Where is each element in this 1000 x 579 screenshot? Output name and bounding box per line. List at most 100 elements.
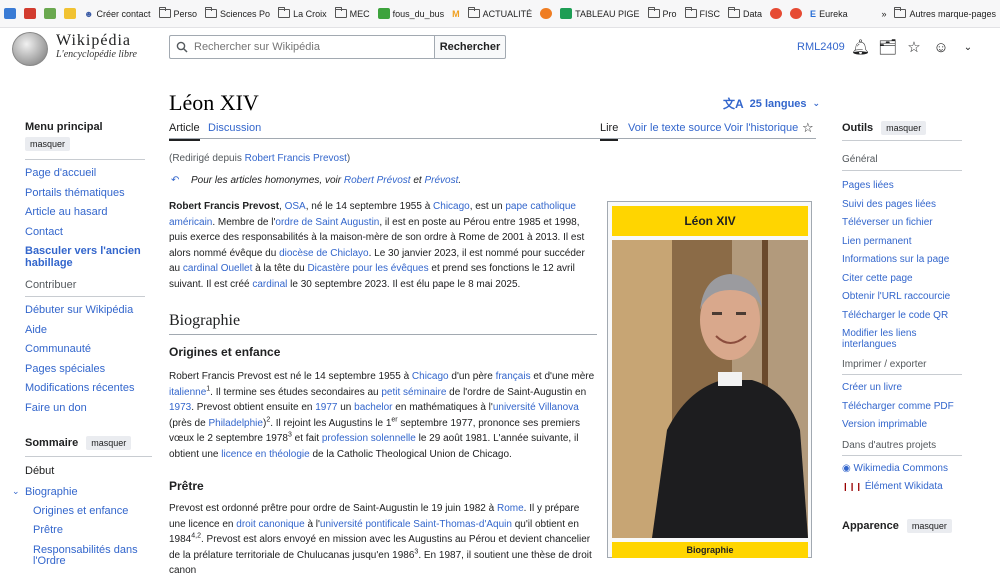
bookmark-favicon-icon: ☻ [84, 8, 94, 19]
tool-short-url[interactable]: Obtenir l'URL raccourcie [842, 291, 962, 303]
nav-home[interactable]: Page d'accueil [25, 167, 145, 180]
tool-printable-version[interactable]: Version imprimable [842, 419, 962, 431]
infobox-section-biographie: Biographie [612, 542, 808, 558]
bookmark-item[interactable]: TABLEAU PIGE [556, 0, 643, 27]
tab-history[interactable]: Voir l'historique [724, 122, 798, 134]
infobox-title: Léon XIV [612, 206, 808, 236]
nav-portals[interactable]: Portails thématiques [25, 187, 145, 200]
language-selector[interactable]: 文A 25 langues ⌄ [723, 95, 820, 112]
tool-what-links-here[interactable]: Pages liées [842, 180, 962, 192]
tool-related-changes[interactable]: Suivi des pages liées [842, 199, 962, 211]
tool-upload-file[interactable]: Téléverser un fichier [842, 217, 962, 229]
bookmark-item[interactable]: Data [724, 0, 766, 27]
header-icons: 🔔︎ 🗂︎ ☆ ☺ ⌄ [851, 38, 977, 57]
bookmark-item[interactable]: ☻ Créer contact [80, 0, 155, 27]
bookmark-item[interactable] [536, 0, 556, 27]
tool-page-info[interactable]: Informations sur la page [842, 254, 962, 266]
hide-toc-button[interactable]: masquer [86, 436, 132, 450]
hatnote-link-robert-prevost[interactable]: Robert Prévost [344, 175, 411, 186]
table-of-contents: Sommaire masquer Début ⌄ Biographie Orig… [12, 436, 152, 568]
hide-main-menu-button[interactable]: masquer [25, 137, 71, 151]
bookmark-favicon-icon [4, 8, 16, 19]
toc-item-origines[interactable]: Origines et enfance [33, 505, 152, 518]
nav-random[interactable]: Article au hasard [25, 207, 145, 219]
bookmark-item[interactable]: M [448, 0, 464, 27]
tool-edit-interlanguage[interactable]: Modifier les liens interlangues [842, 328, 962, 350]
bookmark-item[interactable]: Perso [155, 0, 202, 27]
bookmark-item[interactable] [0, 0, 20, 27]
tool-create-book[interactable]: Créer un livre [842, 382, 962, 394]
search-icon [176, 41, 188, 53]
site-header: Wikipédia L'encyclopédie libre Recherche… [0, 28, 1000, 70]
search-input[interactable] [194, 41, 419, 53]
search-button[interactable]: Rechercher [434, 35, 506, 59]
tab-discussion[interactable]: Discussion [208, 122, 261, 134]
tools-title: Outils [842, 122, 874, 134]
bookmark-item[interactable]: fous_du_bus [374, 0, 449, 27]
tool-permanent-link[interactable]: Lien permanent [842, 236, 962, 248]
lead-paragraph: Robert Francis Prevost, OSA, né le 14 se… [169, 201, 585, 290]
page-title: Léon XIV [169, 90, 259, 115]
hide-tools-button[interactable]: masquer [881, 121, 927, 135]
tab-article[interactable]: Article [169, 122, 200, 141]
portrait-photo[interactable] [612, 240, 808, 538]
hide-appearance-button[interactable]: masquer [906, 518, 952, 533]
bookmark-item[interactable] [20, 0, 40, 27]
project-wikimedia-commons[interactable]: ◉ Wikimedia Commons [842, 463, 962, 475]
folder-icon [467, 7, 480, 18]
wikipedia-globe-logo[interactable] [12, 32, 48, 66]
priest-paragraph: Prevost est ordonné prêtre pour ordre de… [169, 503, 592, 577]
chevron-down-icon[interactable]: ⌄ [12, 486, 25, 497]
tool-cite-page[interactable]: Citer cette page [842, 273, 962, 285]
tab-read[interactable]: Lire [600, 122, 619, 141]
language-count: 25 langues [749, 97, 807, 110]
folder-icon [647, 7, 660, 18]
bookmark-label: fous_du_bus [392, 8, 445, 19]
search-box[interactable] [169, 35, 435, 59]
bookmark-item[interactable]: E Eureka [806, 0, 852, 27]
logo-tagline: L'encyclopédie libre [56, 49, 137, 60]
bookmark-item[interactable]: FISC [681, 0, 725, 27]
nav-recent-changes[interactable]: Modifications récentes [25, 383, 145, 395]
bookmark-item[interactable]: Sciences Po [201, 0, 274, 27]
bookmark-item[interactable]: Autres marque-pages [890, 0, 1000, 27]
inbox-icon[interactable]: 🗂︎ [878, 38, 897, 56]
user-icon[interactable]: ☺ [932, 39, 950, 56]
bookmark-item[interactable]: ACTUALITÉ [464, 0, 537, 27]
bookmark-item[interactable] [60, 0, 80, 27]
bookmark-item[interactable] [786, 0, 806, 27]
watch-star-icon[interactable]: ☆ [802, 120, 814, 136]
project-wikidata[interactable]: ❙❙❙ Élément Wikidata [842, 481, 962, 493]
tool-download-pdf[interactable]: Télécharger comme PDF [842, 401, 962, 413]
wikipedia-wordmark[interactable]: Wikipédia L'encyclopédie libre [56, 32, 137, 60]
nav-legacy-skin[interactable]: Basculer vers l'ancien habillage [25, 245, 145, 269]
nav-donate[interactable]: Faire un don [25, 402, 145, 415]
tool-qr-code[interactable]: Télécharger le code QR [842, 310, 962, 322]
user-page-link[interactable]: RML2409 [797, 41, 845, 53]
tab-view-source[interactable]: Voir le texte source [628, 122, 722, 134]
folder-icon [278, 7, 291, 18]
watchlist-icon[interactable]: ☆ [905, 38, 923, 56]
origins-paragraph: Robert Francis Prevost est né le 14 sept… [169, 371, 595, 460]
toc-item-responsabilites[interactable]: Responsabilités dans l'Ordre [33, 544, 143, 568]
bookmark-label: Eureka [819, 8, 848, 19]
nav-contact[interactable]: Contact [25, 226, 145, 239]
nav-special-pages[interactable]: Pages spéciales [25, 363, 145, 376]
nav-help[interactable]: Aide [25, 324, 145, 337]
hatnote-link-prevost[interactable]: Prévost [424, 175, 458, 186]
bell-icon[interactable]: 🔔︎ [851, 38, 870, 56]
toc-item-biographie[interactable]: Biographie [25, 486, 78, 498]
bookmark-item[interactable]: » [874, 0, 890, 27]
nav-community[interactable]: Communauté [25, 344, 145, 356]
bookmark-item[interactable] [766, 0, 786, 27]
nav-getting-started[interactable]: Débuter sur Wikipédia [25, 305, 145, 317]
bookmark-item[interactable]: Pro [644, 0, 681, 27]
chevron-down-icon[interactable]: ⌄ [959, 42, 977, 53]
bookmark-item[interactable]: La Croix [274, 0, 331, 27]
redirect-link[interactable]: Robert Francis Prevost [245, 153, 347, 164]
bookmark-item[interactable] [40, 0, 60, 27]
bookmark-favicon-icon [540, 8, 553, 19]
bookmark-item[interactable]: MEC [331, 0, 374, 27]
toc-item-top[interactable]: Début [25, 465, 152, 478]
toc-item-pretre[interactable]: Prêtre [33, 525, 152, 537]
